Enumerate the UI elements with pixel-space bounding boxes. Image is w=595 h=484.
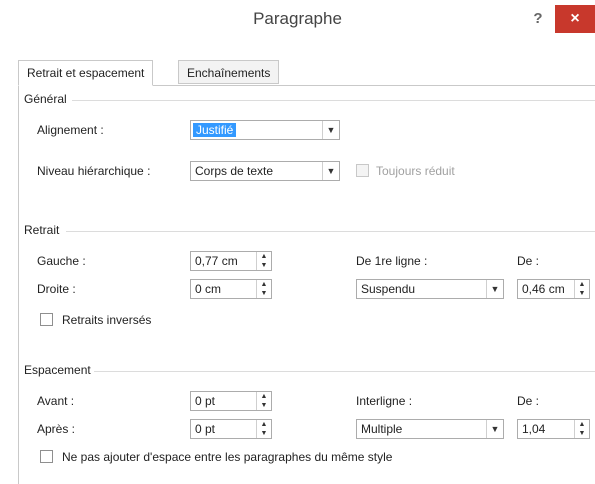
outline-level-select[interactable]: Corps de texte ▼	[190, 161, 340, 181]
no-space-same-style-label: Ne pas ajouter d'espace entre les paragr…	[62, 450, 393, 464]
collapsed-label: Toujours réduit	[376, 164, 455, 178]
space-before-spinner[interactable]: 0 pt ▲ ▼	[190, 391, 272, 411]
alignment-select[interactable]: Justifié ▼	[190, 120, 340, 140]
tab-line-page-breaks[interactable]: Enchaînements	[178, 60, 280, 84]
indent-by-label: De :	[517, 254, 540, 268]
space-after-value: 0 pt	[195, 422, 216, 436]
general-separator	[72, 100, 595, 101]
special-indent-select[interactable]: Suspendu ▼	[356, 279, 504, 299]
spinner-arrows-icon[interactable]: ▲ ▼	[256, 280, 271, 298]
dialog-title: Paragraphe	[253, 9, 342, 28]
line-spacing-at-value: 1,04	[522, 422, 546, 436]
collapsed-checkbox[interactable]	[356, 164, 369, 177]
indent-left-value: 0,77 cm	[195, 254, 238, 268]
line-spacing-select[interactable]: Multiple ▼	[356, 419, 504, 439]
indent-left-label: Gauche :	[37, 254, 86, 268]
line-spacing-at-label: De :	[517, 394, 540, 408]
paragraph-dialog: Paragraphe ? × Retrait et espacement Enc…	[0, 0, 595, 484]
chevron-down-icon[interactable]: ▼	[486, 420, 503, 438]
space-before-label: Avant :	[37, 394, 75, 408]
chevron-down-icon[interactable]: ▼	[322, 162, 339, 180]
indent-right-label: Droite :	[37, 282, 76, 296]
space-after-spinner[interactable]: 0 pt ▲ ▼	[190, 419, 272, 439]
outline-level-label: Niveau hiérarchique :	[37, 164, 151, 178]
indent-left-spinner[interactable]: 0,77 cm ▲ ▼	[190, 251, 272, 271]
spacing-heading: Espacement	[24, 363, 91, 377]
alignment-value: Justifié	[193, 123, 237, 137]
line-spacing-value: Multiple	[361, 422, 403, 436]
no-space-same-style-checkbox[interactable]	[40, 450, 53, 463]
general-heading: Général	[24, 92, 67, 106]
special-indent-label: De 1re ligne :	[356, 254, 428, 268]
mirror-indents-checkbox[interactable]	[40, 313, 53, 326]
spinner-arrows-icon[interactable]: ▲ ▼	[256, 420, 271, 438]
line-spacing-label: Interligne :	[356, 394, 413, 408]
tab-indents-spacing[interactable]: Retrait et espacement	[18, 60, 154, 86]
title-bar: Paragraphe ? ×	[0, 0, 595, 40]
chevron-down-icon[interactable]: ▼	[322, 121, 339, 139]
tab-panel	[18, 85, 595, 484]
space-after-label: Après :	[37, 422, 76, 436]
help-icon[interactable]: ?	[527, 8, 549, 30]
close-icon[interactable]: ×	[555, 5, 595, 33]
space-before-value: 0 pt	[195, 394, 216, 408]
chevron-down-icon[interactable]: ▼	[486, 280, 503, 298]
spinner-arrows-icon[interactable]: ▲ ▼	[574, 280, 589, 298]
spinner-arrows-icon[interactable]: ▲ ▼	[574, 420, 589, 438]
alignment-label: Alignement :	[37, 123, 104, 137]
spacing-separator	[94, 371, 595, 372]
line-spacing-at-spinner[interactable]: 1,04 ▲ ▼	[517, 419, 590, 439]
indent-right-spinner[interactable]: 0 cm ▲ ▼	[190, 279, 272, 299]
indent-heading: Retrait	[24, 223, 60, 237]
indent-by-spinner[interactable]: 0,46 cm ▲ ▼	[517, 279, 590, 299]
special-indent-value: Suspendu	[361, 282, 416, 296]
spinner-arrows-icon[interactable]: ▲ ▼	[256, 252, 271, 270]
indent-by-value: 0,46 cm	[522, 282, 565, 296]
indent-right-value: 0 cm	[195, 282, 222, 296]
indent-separator	[66, 231, 595, 232]
outline-level-value: Corps de texte	[195, 164, 274, 178]
mirror-indents-label: Retraits inversés	[62, 313, 152, 327]
spinner-arrows-icon[interactable]: ▲ ▼	[256, 392, 271, 410]
